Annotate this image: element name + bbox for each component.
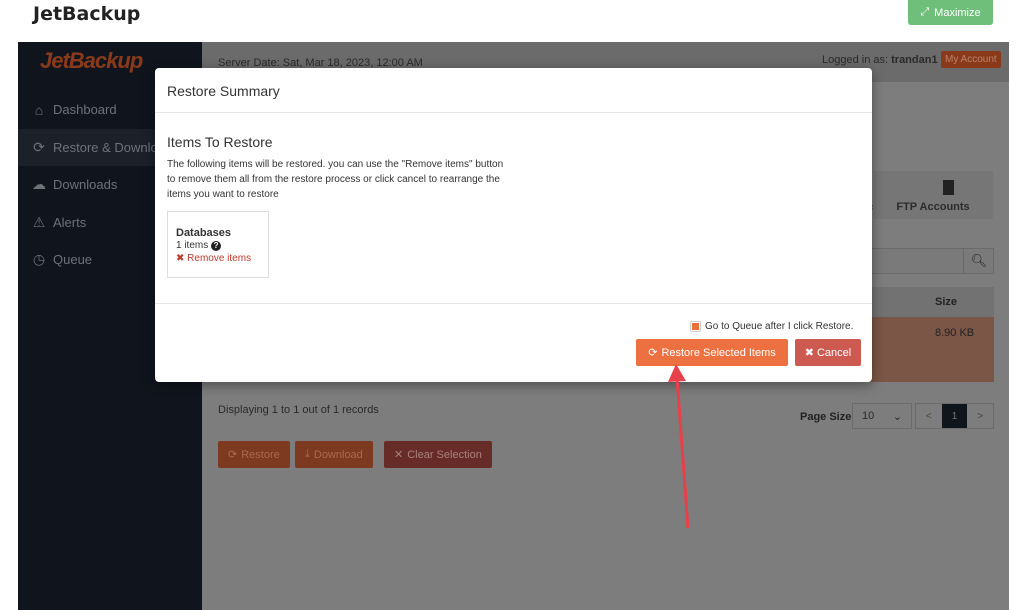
cloud-download-icon: ☁ [32,176,46,192]
logged-in-as: Logged in as: trandan1 | [822,54,944,66]
clock-icon: ◷ [32,251,46,267]
refresh-icon: ⟳ [228,449,238,461]
logged-in-prefix: Logged in as: [822,54,892,66]
goto-queue-label: Go to Queue after I click Restore. [705,321,854,332]
download-button[interactable]: ⤓ Download [295,441,373,468]
refresh-icon: ⟳ [33,139,45,155]
logo: JetBackup [40,48,143,73]
goto-queue-option[interactable]: Go to Queue after I click Restore. [690,321,853,332]
home-icon: ⌂ [34,101,44,118]
remove-items-label: Remove items [187,253,252,264]
modal-title: Restore Summary [155,68,872,113]
item-count-text: 1 items [176,240,209,251]
refresh-icon: ⟳ [648,347,658,359]
cancel-label: Cancel [816,346,852,359]
pagination: < 1 > [915,403,994,429]
app-title: JetBackup [33,3,141,25]
username: trandan1 [891,54,938,66]
download-label: Download [313,448,363,461]
page-size-label: Page Size [800,411,852,423]
restore-item-card: Databases 1 items ? ✖ Remove items [167,211,269,278]
maximize-button[interactable]: ⤢ Maximize [908,0,993,25]
restore-button[interactable]: ⟳ Restore [218,441,290,468]
page-size-select[interactable]: 10 ⌄ [852,403,912,429]
download-icon: ⤓ [305,448,310,460]
sidebar-item-label: Queue [53,252,93,267]
restore-label: Restore [241,448,280,461]
cancel-button[interactable]: ✖ Cancel [795,339,861,366]
restore-summary-modal: Restore Summary Items To Restore The fol… [155,68,872,382]
column-header-size: Size [935,296,958,308]
page-1-button[interactable]: 1 [941,404,968,428]
prev-page-button[interactable]: < [916,404,942,428]
maximize-label: Maximize [934,6,981,19]
warning-icon: ⚠ [32,214,46,230]
modal-subtitle: Items To Restore [167,134,273,150]
modal-description: The following items will be restored. yo… [167,159,504,200]
sidebar-item-label: Downloads [53,177,118,192]
search-icon: 🔍︎ [970,253,988,268]
restore-selected-label: Restore Selected Items [661,346,776,359]
records-count: Displaying 1 to 1 out of 1 records [218,404,379,416]
clear-label: Clear Selection [407,448,482,461]
sidebar-item-label: Alerts [53,215,87,230]
sidebar-item-label: Dashboard [53,102,117,117]
close-icon: ✖ [804,347,814,359]
item-count: 1 items ? [176,240,260,251]
item-type: Databases [176,227,232,239]
cell-size: 8.90 KB [935,327,975,339]
clear-selection-button[interactable]: ✕ Clear Selection [384,441,492,468]
page-size-value: 10 [862,410,875,422]
maximize-icon: ⤢ [920,6,930,18]
goto-queue-checkbox[interactable] [690,321,701,332]
close-icon: ✕ [394,449,404,461]
search-button[interactable]: 🔍︎ [963,248,994,274]
remove-items-link[interactable]: ✖ Remove items [176,253,260,264]
next-page-button[interactable]: > [967,404,993,428]
tab-ftp-accounts[interactable]: FTP Accounts [873,171,993,219]
restore-selected-items-button[interactable]: ⟳ Restore Selected Items [636,339,788,366]
chevron-down-icon: ⌄ [892,411,902,423]
file-icon [943,180,954,195]
help-icon[interactable]: ? [211,241,222,251]
divider [155,303,872,304]
close-icon: ✖ [176,253,185,264]
my-account-button[interactable]: My Account [941,51,1001,68]
